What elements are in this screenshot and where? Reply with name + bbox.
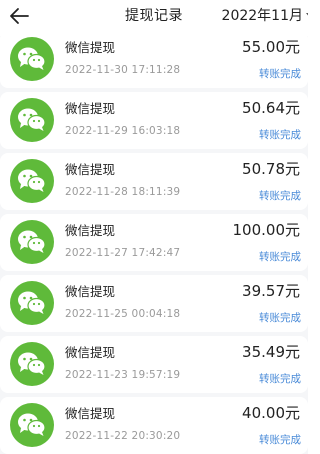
record-card[interactable]: 微信提现 2022-11-27 17:42:47 100.00元 转账完成 <box>0 214 308 271</box>
record-title: 微信提现 <box>65 223 116 238</box>
record-time: 2022-11-22 20:30:20 <box>65 430 181 442</box>
record-card[interactable]: 微信提现 2022-11-25 00:04:18 39.57元 转账完成 <box>0 275 308 332</box>
record-title: 微信提现 <box>65 162 116 177</box>
record-card[interactable]: 微信提现 2022-11-22 20:30:20 40.00元 转账完成 <box>0 397 308 454</box>
wechat-icon <box>10 403 54 447</box>
record-status: 转账完成 <box>259 190 301 202</box>
record-status: 转账完成 <box>259 129 301 141</box>
record-amount: 55.00元 <box>242 38 300 56</box>
record-title: 微信提现 <box>65 345 116 360</box>
record-time: 2022-11-29 16:03:18 <box>65 125 181 137</box>
record-amount: 39.57元 <box>242 282 300 300</box>
record-card[interactable]: 微信提现 2022-11-30 17:11:28 55.00元 转账完成 <box>0 31 308 88</box>
record-status: 转账完成 <box>259 434 301 446</box>
record-amount: 100.00元 <box>232 221 301 239</box>
month-filter-label: 2022年11月 <box>221 8 303 24</box>
record-status: 转账完成 <box>259 373 301 385</box>
record-status: 转账完成 <box>259 312 301 324</box>
record-title: 微信提现 <box>65 40 116 55</box>
wechat-icon <box>10 342 54 386</box>
wechat-icon <box>10 281 54 325</box>
record-time: 2022-11-23 19:57:19 <box>65 369 181 381</box>
wechat-icon <box>10 159 54 203</box>
record-card[interactable]: 微信提现 2022-11-23 19:57:19 35.49元 转账完成 <box>0 336 308 393</box>
record-amount: 50.78元 <box>242 160 300 178</box>
wechat-icon <box>10 98 54 142</box>
record-card[interactable]: 微信提现 2022-11-28 18:11:39 50.78元 转账完成 <box>0 153 308 210</box>
record-title: 微信提现 <box>65 284 116 299</box>
record-time: 2022-11-30 17:11:28 <box>65 64 181 76</box>
record-time: 2022-11-28 18:11:39 <box>65 186 181 198</box>
record-time: 2022-11-25 00:04:18 <box>65 308 181 320</box>
month-filter-dropdown[interactable]: 2022年11月 <box>222 5 308 25</box>
wechat-icon <box>10 37 54 81</box>
record-status: 转账完成 <box>259 251 301 263</box>
record-amount: 50.64元 <box>242 99 300 117</box>
record-card[interactable]: 微信提现 2022-11-29 16:03:18 50.64元 转账完成 <box>0 92 308 149</box>
withdrawal-records-page: 提现记录 2022年11月 微信提现 2022-11-30 17:11:28 5… <box>0 0 308 454</box>
wechat-icon <box>10 220 54 264</box>
record-title: 微信提现 <box>65 406 116 421</box>
record-amount: 35.49元 <box>242 343 300 361</box>
chevron-down-icon <box>306 12 308 18</box>
record-status: 转账完成 <box>259 68 301 80</box>
record-title: 微信提现 <box>65 101 116 116</box>
record-amount: 40.00元 <box>242 404 300 422</box>
record-time: 2022-11-27 17:42:47 <box>65 247 181 259</box>
record-list: 微信提现 2022-11-30 17:11:28 55.00元 转账完成 微信提… <box>0 31 308 454</box>
